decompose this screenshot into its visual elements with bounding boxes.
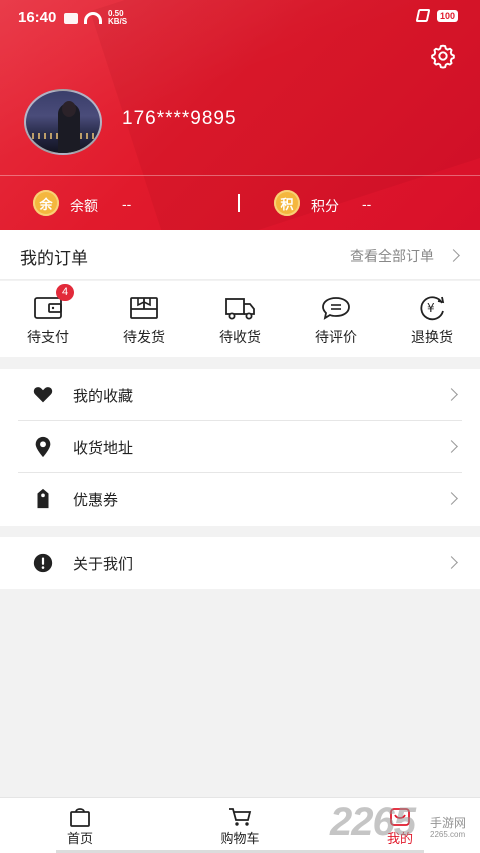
points-label[interactable]: 积分 (311, 196, 339, 216)
chevron-right-icon (445, 492, 458, 505)
chevron-right-icon (447, 249, 460, 262)
status-time: 16:40 (18, 9, 57, 26)
avatar-figure (58, 101, 80, 153)
menu-item-about[interactable]: 关于我们 (18, 537, 462, 589)
order-status-bar: 4 待支付 待发货 待收货 待评价 ¥ 退换货 (0, 281, 480, 357)
status-icons: 0.50 KB/S (64, 10, 127, 26)
order-status-pending-payment[interactable]: 4 待支付 (0, 281, 96, 357)
balance-label[interactable]: 余额 (70, 196, 98, 216)
order-status-label: 待支付 (27, 329, 69, 345)
order-status-to-ship[interactable]: 待发货 (96, 281, 192, 357)
truck-icon (225, 298, 255, 320)
menu-label: 关于我们 (73, 556, 134, 573)
status-right: 100 (415, 9, 458, 22)
tab-label: 我的 (386, 831, 413, 846)
tab-home[interactable]: 首页 (0, 798, 160, 853)
balance-coin-icon: 余 (33, 190, 59, 216)
my-orders-header[interactable]: 我的订单 查看全部订单 (0, 230, 480, 280)
my-orders-title: 我的订单 (20, 249, 88, 268)
order-status-returns[interactable]: ¥ 退换货 (384, 281, 480, 357)
battery-icon: 100 (436, 9, 458, 22)
no-sim-icon (415, 9, 431, 22)
order-status-label: 退换货 (411, 329, 453, 345)
points-coin-icon: 积 (274, 190, 300, 216)
avatar[interactable] (24, 89, 102, 155)
chevron-right-icon (445, 388, 458, 401)
chevron-right-icon (445, 556, 458, 569)
order-status-label: 待收货 (219, 329, 261, 345)
wallet-row: 余 余额 -- 积 积分 -- (0, 176, 480, 230)
menu-group: 我的收藏 收货地址 优惠券 (0, 369, 480, 526)
menu-label: 收货地址 (73, 440, 134, 457)
wallet-separator (238, 194, 240, 212)
view-all-orders-link[interactable]: 查看全部订单 (350, 246, 434, 266)
network-speed-unit: KB/S (108, 17, 128, 26)
tab-cart[interactable]: 购物车 (160, 798, 320, 853)
status-bar: 16:40 0.50 KB/S 100 (0, 0, 480, 30)
menu-group: 关于我们 (0, 537, 480, 589)
order-status-to-review[interactable]: 待评价 (288, 281, 384, 357)
pending-payment-badge: 4 (56, 284, 74, 301)
tab-label: 首页 (66, 831, 93, 846)
user-phone: 176****9895 (122, 108, 237, 129)
balance-value: -- (122, 196, 132, 212)
menu-item-address[interactable]: 收货地址 (18, 421, 462, 473)
order-status-label: 待评价 (315, 329, 357, 345)
tag-icon (37, 488, 49, 509)
tab-mine[interactable]: 我的 (320, 798, 480, 853)
order-status-to-receive[interactable]: 待收货 (192, 281, 288, 357)
heart-icon (33, 387, 53, 403)
network-speed: 0.50 KB/S (108, 10, 127, 26)
package-icon (130, 297, 158, 319)
chevron-right-icon (445, 440, 458, 453)
menu-item-favorites[interactable]: 我的收藏 (18, 369, 462, 421)
wifi-icon (84, 12, 102, 24)
bottom-tab-bar: 首页 购物车 我的 (0, 797, 480, 853)
profile-header: 16:40 0.50 KB/S 100 176****9895 余 余额 -- … (0, 0, 480, 230)
gear-icon[interactable] (430, 43, 456, 69)
svg-text:¥: ¥ (427, 301, 435, 315)
user-icon (390, 808, 410, 826)
refund-icon: ¥ (420, 296, 445, 321)
order-status-label: 待发货 (123, 329, 165, 345)
menu-item-coupons[interactable]: 优惠券 (18, 473, 462, 525)
points-value: -- (362, 196, 372, 212)
menu-label: 我的收藏 (73, 388, 134, 405)
menu-label: 优惠券 (73, 492, 119, 509)
comment-icon (322, 297, 350, 320)
cart-icon (229, 808, 252, 826)
shopping-bag-icon (70, 808, 90, 827)
tab-label: 购物车 (220, 831, 260, 846)
location-pin-icon (35, 436, 51, 458)
message-icon (64, 12, 78, 24)
info-alert-icon (33, 553, 53, 573)
